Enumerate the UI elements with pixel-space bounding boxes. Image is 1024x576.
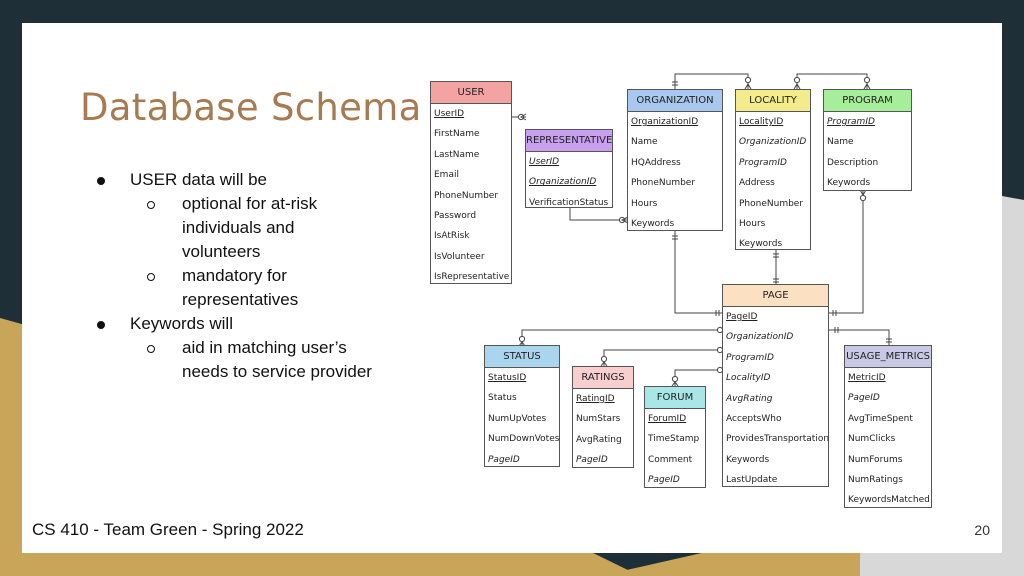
entity-field: TimeStamp xyxy=(648,434,700,445)
entity-field: PhoneNumber xyxy=(739,198,804,209)
connector-program-page xyxy=(829,190,864,314)
entity-field: Comment xyxy=(648,454,693,465)
entity-header: USAGE_METRICS xyxy=(845,346,931,368)
connector-page-status xyxy=(521,329,723,346)
entity-field: LocalityID xyxy=(726,373,771,384)
entity-field: PageID xyxy=(576,455,608,466)
entity-representative: REPRESENTATIVE UserID OrganizationID Verifi… xyxy=(525,129,613,208)
entity-field: AvgTimeSpent xyxy=(848,413,913,424)
connector-page-forum xyxy=(674,369,723,386)
entity-field: ProgramID xyxy=(726,352,774,363)
entity-field: UserID xyxy=(529,157,560,167)
entity-field: NumForums xyxy=(848,454,903,465)
entity-field: Keywords xyxy=(631,218,675,229)
entity-field: LastName xyxy=(434,149,480,160)
entity-field: HQAddress xyxy=(631,157,681,168)
entity-field: Keywords xyxy=(827,178,871,189)
entity-field: Name xyxy=(827,137,854,148)
entity-field: IsRepresentative xyxy=(434,272,510,283)
entity-program: PROGRAM ProgramID Name Description Keywords xyxy=(823,89,912,191)
entity-field: IsVolunteer xyxy=(434,251,485,262)
entity-header: RATINGS xyxy=(573,367,633,389)
entity-field: NumUpVotes xyxy=(488,413,547,424)
entity-field: AcceptsWho xyxy=(726,413,782,424)
connector-page-ratings xyxy=(603,349,723,366)
entity-header: REPRESENTATIVE xyxy=(526,130,612,152)
entity-field: RatingID xyxy=(576,394,615,404)
entity-field: OrganizationID xyxy=(726,332,794,343)
entity-locality: LOCALITY LocalityID OrganizationID ProgramI… xyxy=(735,89,811,250)
entity-field: VerificationStatus xyxy=(529,197,609,208)
entity-usage-metrics: USAGE_METRICS MetricID PageID AvgTimeSpent N… xyxy=(844,345,932,508)
entity-field: Keywords xyxy=(726,454,770,465)
entity-field: PageID xyxy=(848,393,880,404)
entity-organization: ORGANIZATION OrganizationID Name HQAddress P… xyxy=(627,89,723,231)
entity-field: PageID xyxy=(726,312,758,322)
entity-header: PAGE xyxy=(723,285,828,307)
page-number: 20 xyxy=(974,522,990,538)
entity-field: StatusID xyxy=(488,373,527,383)
connector-organization-locality xyxy=(674,73,749,89)
entity-field: FirstName xyxy=(434,129,480,140)
entity-header: PROGRAM xyxy=(824,90,911,112)
footer-text: CS 410 - Team Green - Spring 2022 xyxy=(32,520,304,539)
entity-field: UserID xyxy=(434,109,465,119)
entity-field: ProgramID xyxy=(739,157,787,168)
entity-field: KeywordsMatched xyxy=(848,495,930,506)
entity-field: Hours xyxy=(631,198,658,209)
entity-field: NumRatings xyxy=(848,474,903,485)
entity-status: STATUS StatusID Status NumUpVotes NumDownVot… xyxy=(484,345,560,467)
connector-locality-program xyxy=(796,73,868,89)
entity-field: Address xyxy=(739,178,775,189)
entity-field: OrganizationID xyxy=(529,177,597,188)
entity-header: LOCALITY xyxy=(736,90,810,112)
entity-field: PhoneNumber xyxy=(434,190,499,201)
entity-header: USER xyxy=(431,82,511,104)
entity-field: Email xyxy=(434,170,459,181)
entity-field: NumClicks xyxy=(848,434,896,445)
entity-field: LastUpdate xyxy=(726,475,778,486)
entity-field: MetricID xyxy=(848,373,886,383)
entity-field: Hours xyxy=(739,218,766,229)
entity-field: LocalityID xyxy=(739,117,784,127)
entity-ratings: RATINGS RatingID NumStars AvgRating PageID xyxy=(572,366,634,468)
entity-user: USER UserID FirstName LastName Email PhoneNum… xyxy=(430,81,512,284)
connector-organization-page xyxy=(674,231,723,314)
entity-header: ORGANIZATION xyxy=(628,90,722,112)
entity-field: Keywords xyxy=(739,239,783,250)
entity-header: FORUM xyxy=(645,387,705,409)
entity-field: IsAtRisk xyxy=(434,231,470,242)
entity-field: OrganizationID xyxy=(631,117,699,127)
entity-forum: FORUM ForumID TimeStamp Comment PageID xyxy=(644,386,706,488)
entity-field: NumDownVotes xyxy=(488,434,560,445)
entity-page: PAGE PageID OrganizationID ProgramID Localit… xyxy=(722,284,829,487)
entity-field: ProvidesTransportation xyxy=(726,434,830,445)
entity-header: STATUS xyxy=(485,346,559,368)
entity-field: AvgRating xyxy=(576,434,622,445)
entity-field: PhoneNumber xyxy=(631,178,696,189)
entity-field: ProgramID xyxy=(827,117,875,127)
entity-field: Description xyxy=(827,157,879,168)
entity-field: Name xyxy=(631,137,658,148)
entity-field: PageID xyxy=(648,475,680,486)
entity-field: Status xyxy=(488,393,517,404)
entity-field: NumStars xyxy=(576,414,621,425)
entity-field: Password xyxy=(434,210,477,221)
entity-field: ForumID xyxy=(648,414,687,424)
entity-field: PageID xyxy=(488,454,520,465)
entity-field: OrganizationID xyxy=(739,137,807,148)
entity-field: AvgRating xyxy=(726,393,773,404)
